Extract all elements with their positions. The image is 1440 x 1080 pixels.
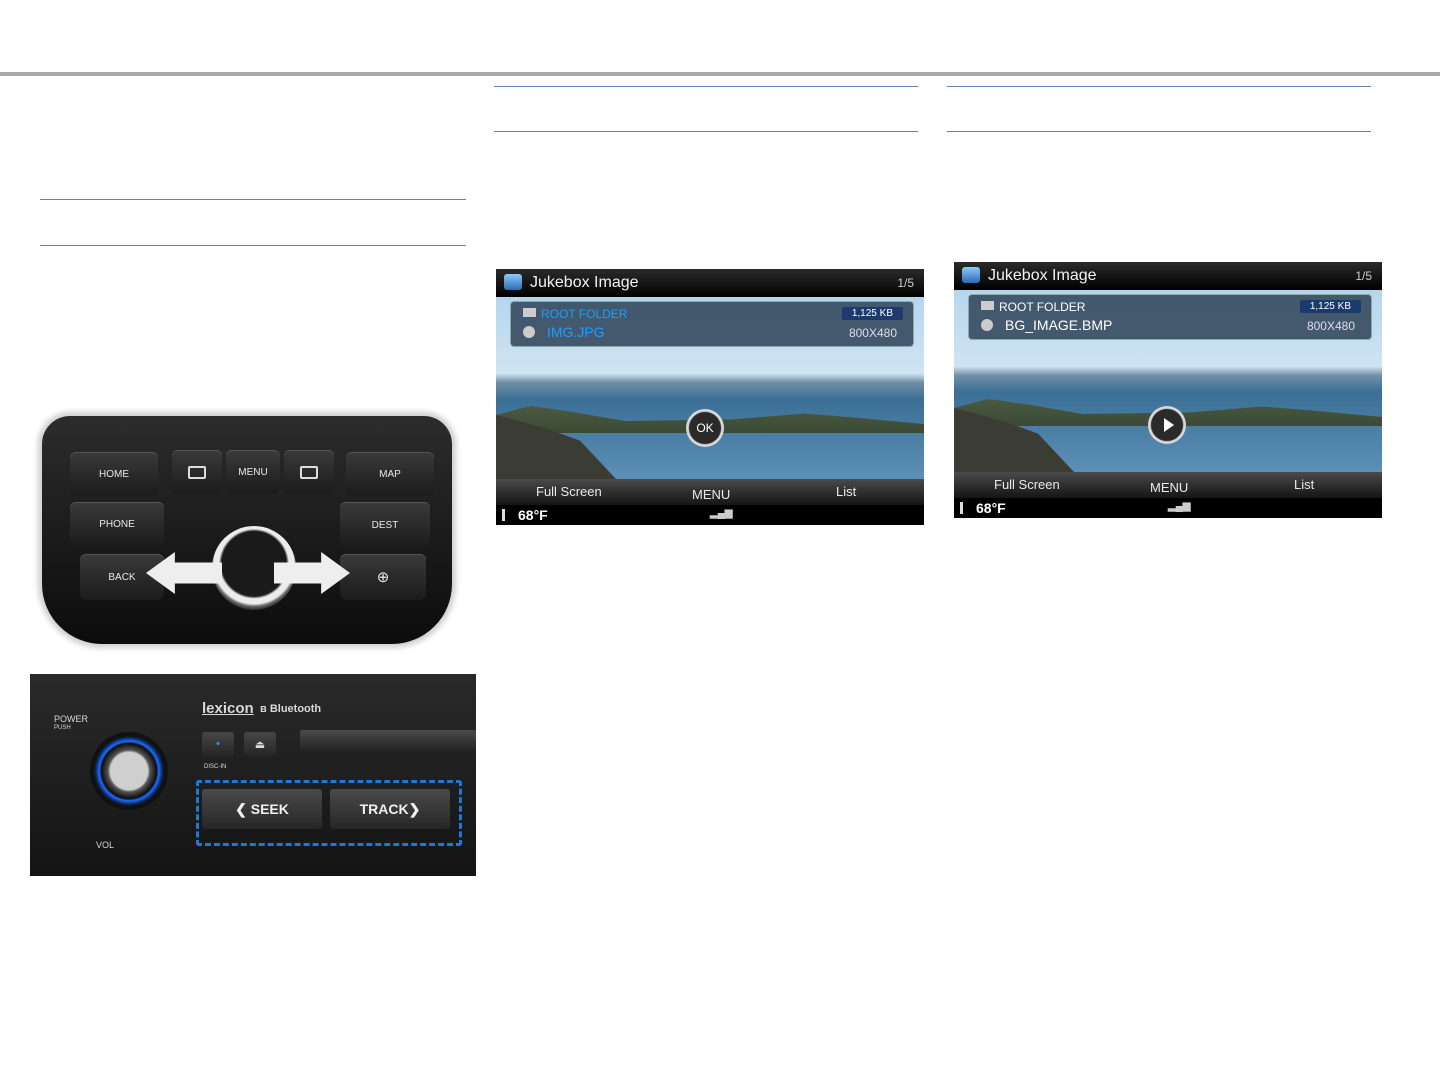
screen-title: Jukebox Image xyxy=(988,267,1097,284)
temperature: 68°F xyxy=(976,500,1006,516)
tab-list[interactable]: List xyxy=(1294,477,1314,492)
head-unit-image: POWER PUSH VOL lexicon ʙ Bluetooth • ⏏ D… xyxy=(30,674,476,876)
power-label: POWER xyxy=(54,714,89,724)
bluetooth-label: Bluetooth xyxy=(269,703,322,715)
screen-tab-bar: Full Screen MENU List xyxy=(496,479,924,505)
temperature: 68°F xyxy=(518,507,548,523)
disc-slot xyxy=(300,730,476,752)
folder-icon xyxy=(523,308,536,317)
file-resolution: 800X480 xyxy=(848,326,897,340)
file-name: IMG.JPG xyxy=(547,324,605,340)
back-key[interactable]: BACK xyxy=(80,554,164,600)
controller-body: HOME MENU MAP PHONE DEST BACK ⊕ xyxy=(42,416,452,644)
ok-button[interactable]: OK xyxy=(686,409,724,447)
page-indicator: 1/5 xyxy=(897,276,914,290)
push-label: PUSH xyxy=(54,725,71,731)
eject-button[interactable]: ⏏ xyxy=(244,732,276,756)
bluetooth-logo: ʙ Bluetooth xyxy=(260,703,322,715)
file-size: 1,125 KB xyxy=(1299,300,1361,313)
jukebox-screen-2: Jukebox Image 1/5 ROOT FOLDER BG_IMAGE.B… xyxy=(954,262,1382,518)
disc-in-label: DISC-IN xyxy=(204,764,227,770)
signal-icon: ▂▄▆ xyxy=(710,508,733,519)
section-rule xyxy=(494,131,918,132)
tab-menu[interactable]: MENU xyxy=(692,487,730,502)
mode-button[interactable]: • xyxy=(202,732,234,756)
screen-title-bar: Jukebox Image 1/5 xyxy=(954,262,1382,290)
screen-right-key[interactable] xyxy=(284,450,334,494)
image-icon xyxy=(962,267,980,283)
page-indicator: 1/5 xyxy=(1355,269,1372,283)
section-rule xyxy=(40,245,466,246)
section-rule xyxy=(40,199,466,200)
status-bar: 68°F ▂▄▆ xyxy=(496,505,924,525)
screen-tab-bar: Full Screen MENU List xyxy=(954,472,1382,498)
play-icon xyxy=(1163,418,1174,432)
signal-icon: ▂▄▆ xyxy=(1168,501,1191,512)
image-file-icon xyxy=(981,319,993,331)
file-info-panel: ROOT FOLDER BG_IMAGE.BMP 1,125 KB 800X48… xyxy=(968,294,1372,340)
lexicon-logo: lexicon xyxy=(202,700,254,717)
file-size: 1,125 KB xyxy=(841,307,903,320)
folder-icon xyxy=(981,301,994,310)
status-bar: 68°F ▂▄▆ xyxy=(954,498,1382,518)
display-icon xyxy=(300,465,318,479)
thermometer-icon xyxy=(960,502,963,514)
file-info-panel: ROOT FOLDER IMG.JPG 1,125 KB 800X480 xyxy=(510,301,914,347)
page-top-rule xyxy=(0,72,1440,76)
file-resolution: 800X480 xyxy=(1306,319,1355,333)
screen-title-bar: Jukebox Image 1/5 xyxy=(496,269,924,297)
eject-icon: ⏏ xyxy=(254,738,266,751)
section-rule xyxy=(947,86,1371,87)
play-button[interactable] xyxy=(1148,406,1186,444)
display-icon xyxy=(188,465,206,479)
tab-list[interactable]: List xyxy=(836,484,856,499)
dest-key[interactable]: DEST xyxy=(340,502,430,548)
folder-name: ROOT FOLDER xyxy=(999,300,1086,314)
folder-name: ROOT FOLDER xyxy=(541,307,628,321)
tab-full-screen[interactable]: Full Screen xyxy=(536,484,602,499)
home-key[interactable]: HOME xyxy=(70,452,158,496)
thermometer-icon xyxy=(502,509,505,521)
navigation-controller-image: HOME MENU MAP PHONE DEST BACK ⊕ xyxy=(38,408,456,648)
map-key[interactable]: MAP xyxy=(346,452,434,496)
favorite-key[interactable]: ⊕ xyxy=(340,554,426,600)
menu-key[interactable]: MENU xyxy=(226,450,280,494)
screen-title: Jukebox Image xyxy=(530,274,639,291)
lock-icon: ⊕ xyxy=(376,569,390,586)
star-icon: • xyxy=(216,738,220,750)
power-volume-knob[interactable] xyxy=(90,732,168,810)
vol-label: VOL xyxy=(96,840,115,850)
screen-left-key[interactable] xyxy=(172,450,222,494)
seek-track-highlight xyxy=(196,780,462,846)
phone-key[interactable]: PHONE xyxy=(70,502,164,546)
jukebox-screen-1: Jukebox Image 1/5 ROOT FOLDER IMG.JPG 1,… xyxy=(496,269,924,525)
file-name: BG_IMAGE.BMP xyxy=(1005,317,1113,333)
image-file-icon xyxy=(523,326,535,338)
section-rule xyxy=(947,131,1371,132)
tab-menu[interactable]: MENU xyxy=(1150,480,1188,495)
tab-full-screen[interactable]: Full Screen xyxy=(994,477,1060,492)
image-icon xyxy=(504,274,522,290)
section-rule xyxy=(494,86,918,87)
